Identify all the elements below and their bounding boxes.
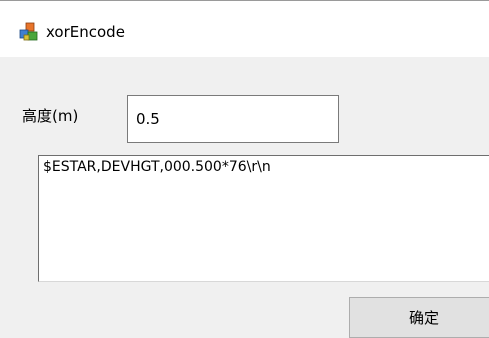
ok-button[interactable]: 确定 xyxy=(349,297,489,338)
window-title: xorEncode xyxy=(46,23,125,41)
output-textbox[interactable]: $ESTAR,DEVHGT,000.500*76\r\n xyxy=(38,155,489,282)
height-label: 高度(m) xyxy=(22,107,79,125)
xorencode-window: xorEncode 高度(m) $ESTAR,DEVHGT,000.500*76… xyxy=(0,0,489,338)
height-input[interactable] xyxy=(127,95,339,143)
title-bar[interactable]: xorEncode xyxy=(0,1,489,57)
app-icon xyxy=(19,22,39,42)
